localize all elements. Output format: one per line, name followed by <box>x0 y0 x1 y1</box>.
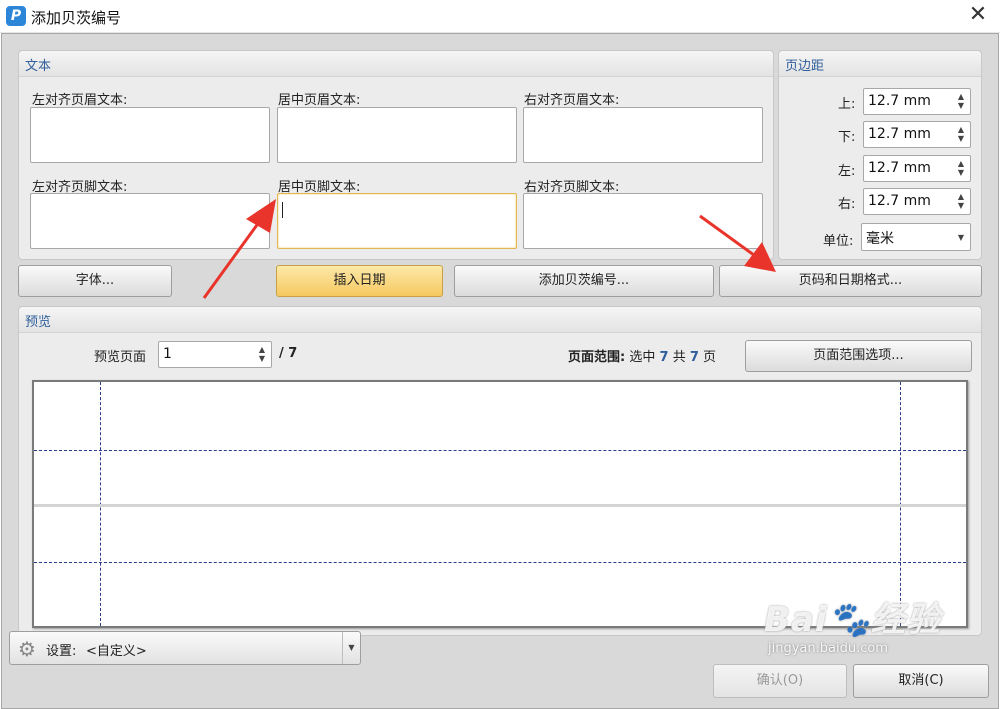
margin-left-stepper[interactable]: 12.7 mm ▲ ▼ <box>863 155 971 182</box>
app-logo-icon: P <box>6 6 26 26</box>
page-separator <box>34 504 966 507</box>
text-group-title: 文本 <box>25 59 52 74</box>
margin-right-value: 12.7 mm <box>868 193 931 209</box>
page-date-format-button[interactable]: 页码和日期格式... <box>719 265 982 297</box>
page-range-options-button[interactable]: 页面范围选项... <box>745 340 972 372</box>
footer-right-input[interactable] <box>523 193 763 249</box>
window-title: 添加贝茨编号 <box>31 9 122 27</box>
insert-date-button[interactable]: 插入日期 <box>276 265 443 297</box>
gear-icon: ⚙ <box>18 637 36 661</box>
margin-left-label: 左: <box>838 164 856 179</box>
spin-arrows-icon[interactable]: ▲ ▼ <box>257 345 267 363</box>
margin-bottom-value: 12.7 mm <box>868 126 931 142</box>
spin-arrows-icon[interactable]: ▲ ▼ <box>956 159 966 177</box>
page-range-label: 页面范围: <box>568 350 626 365</box>
header-margin-guide <box>34 450 966 451</box>
range-total-prefix: 共 <box>672 350 686 365</box>
margin-top-stepper[interactable]: 12.7 mm ▲ ▼ <box>863 88 971 115</box>
spin-arrows-icon[interactable]: ▲ ▼ <box>956 192 966 210</box>
preview-canvas <box>32 380 968 628</box>
settings-value: <自定义> <box>86 644 147 659</box>
range-selected-count: 7 <box>659 350 669 365</box>
close-button[interactable]: ✕ <box>958 0 998 32</box>
spin-arrows-icon[interactable]: ▲ ▼ <box>956 125 966 143</box>
cancel-button[interactable]: 取消(C) <box>853 664 989 698</box>
footer-left-input[interactable] <box>30 193 270 249</box>
margin-right-label: 右: <box>838 197 856 212</box>
margin-right-stepper[interactable]: 12.7 mm ▲ ▼ <box>863 188 971 215</box>
settings-select[interactable]: ⚙ 设置: <自定义> ▼ <box>9 631 361 665</box>
header-right-input[interactable] <box>523 107 763 163</box>
header-left-input[interactable] <box>30 107 270 163</box>
ok-button[interactable]: 确认(O) <box>713 664 847 698</box>
spin-arrows-icon[interactable]: ▲ ▼ <box>956 92 966 110</box>
unit-label: 单位: <box>823 234 854 249</box>
font-button[interactable]: 字体... <box>18 265 172 297</box>
page-range-summary: 页面范围: 选中 7 共 7 页 <box>568 346 716 365</box>
chevron-down-icon[interactable]: ▼ <box>956 233 966 242</box>
settings-label: 设置: <box>46 644 77 659</box>
range-total-count: 7 <box>689 350 699 365</box>
preview-page-stepper[interactable]: 1 ▲ ▼ <box>158 341 272 368</box>
margin-left-value: 12.7 mm <box>868 160 931 176</box>
chevron-down-icon[interactable]: ▼ <box>342 632 360 664</box>
footer-margin-guide <box>34 562 966 563</box>
margin-bottom-label: 下: <box>838 130 856 145</box>
margin-top-label: 上: <box>838 97 856 112</box>
header-center-label: 居中页眉文本: <box>278 93 361 108</box>
margins-group-title: 页边距 <box>785 59 825 74</box>
footer-center-input[interactable] <box>277 193 517 249</box>
preview-group-title: 预览 <box>25 315 52 330</box>
range-suffix: 页 <box>703 350 717 365</box>
preview-page-value: 1 <box>163 346 172 362</box>
preview-page-total: / 7 <box>279 346 298 361</box>
preview-page-label: 预览页面 <box>94 350 147 365</box>
unit-value: 毫米 <box>866 231 894 247</box>
range-selected-prefix: 选中 <box>629 350 656 365</box>
header-center-input[interactable] <box>277 107 517 163</box>
title-bar: P 添加贝茨编号 ✕ <box>0 0 1000 33</box>
unit-select[interactable]: 毫米 ▼ <box>861 223 971 251</box>
header-left-label: 左对齐页眉文本: <box>32 93 128 108</box>
text-caret <box>282 202 283 218</box>
margin-bottom-stepper[interactable]: 12.7 mm ▲ ▼ <box>863 121 971 148</box>
header-right-label: 右对齐页眉文本: <box>524 93 620 108</box>
margin-top-value: 12.7 mm <box>868 93 931 109</box>
add-bates-number-button[interactable]: 添加贝茨编号... <box>454 265 714 297</box>
